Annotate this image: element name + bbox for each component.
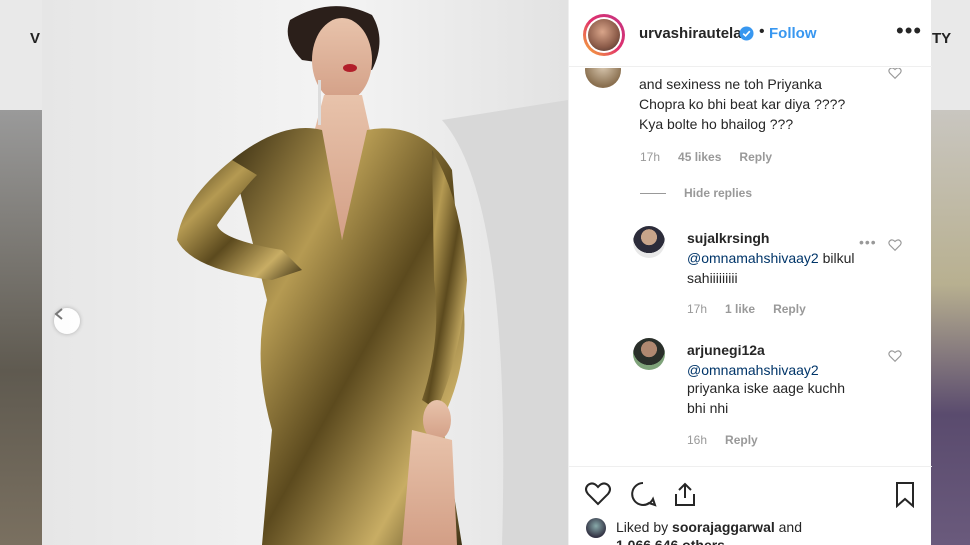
comment-reply-button[interactable]: Reply xyxy=(739,150,772,164)
reply-body-line-1: @omnamahshivaay2 bilkul xyxy=(687,248,855,268)
background-nav-text-left: V xyxy=(30,30,41,47)
liked-by-text: Liked by soorajaggarwal and xyxy=(616,518,802,536)
background-thumbnail-right xyxy=(930,110,970,545)
background-thumbnail-left xyxy=(0,110,42,545)
post-header: urvashirautela • Follow ••• xyxy=(569,0,932,67)
commenter-avatar[interactable] xyxy=(585,68,621,88)
post-modal: urvashirautela • Follow ••• and sexiness… xyxy=(42,0,932,545)
previous-photo-button[interactable] xyxy=(54,308,80,334)
reply-reply-button[interactable]: Reply xyxy=(773,302,806,316)
post-side-panel: urvashirautela • Follow ••• and sexiness… xyxy=(568,0,932,545)
comment-time: 17h xyxy=(640,150,661,164)
reply-body-line-2: sahiiiiiiiii xyxy=(687,270,738,286)
comment-line-3: Kya bolte ho bhailog ??? xyxy=(639,116,794,132)
comment-meta: 17h 45 likes Reply xyxy=(640,150,790,164)
post-photo xyxy=(42,0,568,545)
reply-meta: 17h 1 like Reply xyxy=(687,302,824,316)
like-heart-icon[interactable] xyxy=(584,480,612,508)
reply-text: bilkul xyxy=(818,250,855,266)
liked-by-others[interactable]: 1,066,646 others xyxy=(616,536,725,545)
share-icon[interactable] xyxy=(671,480,699,508)
reply-mention[interactable]: @omnamahshivaay2 xyxy=(687,250,819,266)
verified-badge-icon xyxy=(739,26,754,41)
reply-reply-button[interactable]: Reply xyxy=(725,433,758,447)
comment-bubble-icon[interactable] xyxy=(629,480,657,508)
reply-time: 16h xyxy=(687,433,708,447)
reply-time: 17h xyxy=(687,302,708,316)
liked-by-username[interactable]: soorajaggarwal xyxy=(672,519,775,535)
post-photo-illustration xyxy=(177,6,568,545)
hide-replies-button[interactable]: Hide replies xyxy=(684,186,752,200)
comment-line-2: Chopra ko bhi beat kar diya ???? xyxy=(639,96,846,112)
comment-likes[interactable]: 45 likes xyxy=(678,150,721,164)
liked-by-suffix: and xyxy=(774,519,802,535)
bookmark-icon[interactable] xyxy=(891,480,919,508)
post-username[interactable]: urvashirautela xyxy=(639,25,742,42)
reply-username[interactable]: arjunegi12a xyxy=(687,340,765,360)
reply-like-heart-icon[interactable] xyxy=(888,349,902,363)
comment-line-1: and sexiness ne toh Priyanka xyxy=(639,76,822,92)
reply-body-line-3: bhi nhi xyxy=(687,400,729,416)
comments-section: and sexiness ne toh Priyanka Chopra ko b… xyxy=(569,68,932,466)
reply-like-heart-icon[interactable] xyxy=(888,238,902,252)
chevron-left-icon xyxy=(54,308,63,320)
reply-body-line-1: @omnamahshivaay2 xyxy=(687,360,819,380)
reply-likes[interactable]: 1 like xyxy=(725,302,755,316)
hide-replies-divider xyxy=(640,193,666,194)
reply-body-line-2: priyanka iske aage kuchh xyxy=(687,380,845,396)
header-separator: • xyxy=(759,23,765,40)
reply-meta: 16h Reply xyxy=(687,433,776,447)
liked-by-avatar[interactable] xyxy=(586,518,606,538)
reply-avatar-arjunegi12a[interactable] xyxy=(633,338,665,370)
comment-like-heart-icon[interactable] xyxy=(888,68,902,80)
reply-username[interactable]: sujalkrsingh xyxy=(687,228,769,248)
follow-button[interactable]: Follow xyxy=(769,25,817,42)
reply-avatar-sujalkrsingh[interactable] xyxy=(633,226,665,258)
background-nav-text-right: TY xyxy=(932,30,952,47)
more-options-button[interactable]: ••• xyxy=(896,18,922,44)
post-actions: Liked by soorajaggarwal and 1,066,646 ot… xyxy=(569,466,932,545)
reply-mention[interactable]: @omnamahshivaay2 xyxy=(687,362,819,378)
liked-by-prefix: Liked by xyxy=(616,519,673,535)
profile-avatar[interactable] xyxy=(583,14,625,56)
reply-more-options-button[interactable]: ••• xyxy=(859,234,877,250)
